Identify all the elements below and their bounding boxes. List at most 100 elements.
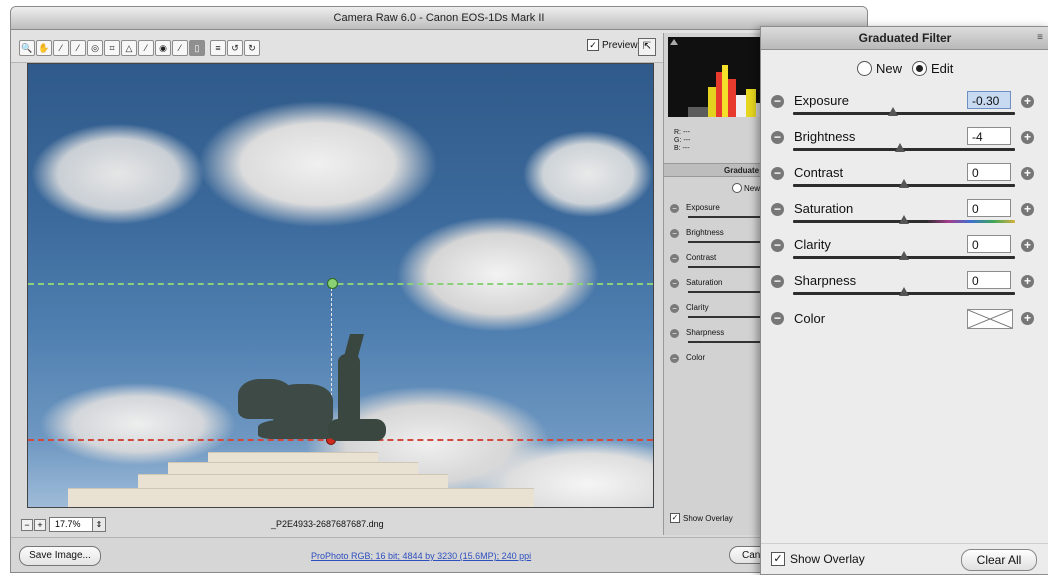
sharpness-slider-thumb[interactable] bbox=[899, 287, 909, 296]
small-minus-icon[interactable]: − bbox=[670, 329, 679, 338]
graduated-filter-tool-icon[interactable]: ▯ bbox=[189, 40, 205, 56]
crop-tool-icon[interactable]: ⌗ bbox=[104, 40, 120, 56]
saturation-minus-icon[interactable]: − bbox=[771, 203, 784, 216]
graduated-filter-panel: Graduated Filter ≡ New Edit − Exposure -0.… bbox=[760, 26, 1048, 575]
clear-all-button[interactable]: Clear All bbox=[961, 549, 1037, 571]
contrast-value-field[interactable]: 0 bbox=[967, 163, 1011, 181]
small-param-label: Exposure bbox=[686, 203, 720, 212]
brightness-plus-icon[interactable]: + bbox=[1021, 131, 1034, 144]
panel-footer: ✓ Show Overlay Clear All bbox=[761, 543, 1048, 574]
sharpness-label: Sharpness bbox=[794, 273, 857, 288]
contrast-slider-thumb[interactable] bbox=[899, 179, 909, 188]
zoom-out-button[interactable]: − bbox=[21, 519, 33, 531]
window-title: Camera Raw 6.0 - Canon EOS-1Ds Mark II bbox=[11, 7, 867, 30]
white-balance-tool-icon[interactable]: ⁄ bbox=[53, 40, 69, 56]
clarity-minus-icon[interactable]: − bbox=[771, 239, 784, 252]
brightness-slider-thumb[interactable] bbox=[894, 143, 905, 152]
preferences-icon[interactable]: ≡ bbox=[210, 40, 226, 56]
contrast-minus-icon[interactable]: − bbox=[771, 167, 784, 180]
zoom-tool-icon[interactable]: 🔍 bbox=[19, 40, 35, 56]
small-new-radio[interactable]: New bbox=[732, 183, 760, 193]
small-param-label: Brightness bbox=[686, 228, 724, 237]
small-minus-icon[interactable]: − bbox=[670, 254, 679, 263]
mode-edit-radio[interactable]: Edit bbox=[912, 61, 953, 76]
small-param-label: Clarity bbox=[686, 303, 709, 312]
targeted-adjustment-tool-icon[interactable]: ◎ bbox=[87, 40, 103, 56]
brightness-row: − Brightness -4 + bbox=[769, 127, 1039, 165]
color-minus-icon[interactable]: − bbox=[771, 312, 784, 325]
contrast-row: − Contrast 0 + bbox=[769, 163, 1039, 201]
exposure-row: − Exposure -0.30 + bbox=[769, 91, 1039, 129]
zoom-dropdown-icon[interactable]: ⇕ bbox=[92, 517, 106, 532]
preview-checkbox[interactable]: ✓ bbox=[587, 39, 599, 51]
small-param-label: Color bbox=[686, 353, 706, 362]
color-label: Color bbox=[794, 311, 826, 326]
clarity-plus-icon[interactable]: + bbox=[1021, 239, 1034, 252]
fullscreen-button[interactable]: ⇱ bbox=[638, 38, 656, 56]
sharpness-minus-icon[interactable]: − bbox=[771, 275, 784, 288]
saturation-value-field[interactable]: 0 bbox=[967, 199, 1011, 217]
saturation-row: − Saturation 0 + bbox=[769, 199, 1039, 237]
image-preview-canvas[interactable] bbox=[27, 63, 654, 508]
contrast-plus-icon[interactable]: + bbox=[1021, 167, 1034, 180]
filter-start-guide[interactable] bbox=[28, 283, 653, 285]
brightness-label: Brightness bbox=[794, 129, 856, 144]
show-overlay-toggle[interactable]: ✓ Show Overlay bbox=[771, 552, 865, 566]
panel-title: Graduated Filter bbox=[858, 31, 952, 45]
exposure-minus-icon[interactable]: − bbox=[771, 95, 784, 108]
adjustment-brush-tool-icon[interactable]: ⁄ bbox=[172, 40, 188, 56]
small-minus-icon[interactable]: − bbox=[670, 354, 679, 363]
small-minus-icon[interactable]: − bbox=[670, 304, 679, 313]
rotate-right-icon[interactable]: ↻ bbox=[244, 40, 260, 56]
edit-radio-icon[interactable] bbox=[912, 61, 928, 76]
mode-selector: New Edit bbox=[857, 61, 953, 76]
preview-toggle[interactable]: ✓ Preview bbox=[587, 39, 638, 51]
small-minus-icon[interactable]: − bbox=[670, 204, 679, 213]
new-radio-icon[interactable] bbox=[857, 61, 872, 76]
brightness-minus-icon[interactable]: − bbox=[771, 131, 784, 144]
clarity-slider-thumb[interactable] bbox=[899, 251, 909, 260]
saturation-slider-thumb[interactable] bbox=[899, 215, 909, 224]
brightness-value-field[interactable]: -4 bbox=[967, 127, 1011, 145]
zoom-in-button[interactable]: + bbox=[34, 519, 46, 531]
color-row: − Color + bbox=[769, 309, 1039, 331]
clarity-label: Clarity bbox=[794, 237, 831, 252]
color-swatch[interactable] bbox=[967, 309, 1013, 329]
color-plus-icon[interactable]: + bbox=[1021, 312, 1034, 325]
show-overlay-checkbox[interactable]: ✓ bbox=[771, 552, 785, 566]
exposure-value-field[interactable]: -0.30 bbox=[967, 91, 1011, 109]
mode-new-radio[interactable]: New bbox=[857, 61, 902, 76]
small-minus-icon[interactable]: − bbox=[670, 279, 679, 288]
preview-label: Preview bbox=[602, 39, 638, 51]
exposure-slider-thumb[interactable] bbox=[887, 107, 898, 116]
panel-menu-icon[interactable]: ≡ bbox=[1037, 27, 1043, 49]
exposure-slider[interactable] bbox=[793, 112, 1015, 115]
straighten-tool-icon[interactable]: △ bbox=[121, 40, 137, 56]
rgb-readout: R: --- G: --- B: --- bbox=[674, 129, 691, 152]
zoom-level-field[interactable]: 17.7% bbox=[49, 517, 94, 532]
exposure-label: Exposure bbox=[794, 93, 849, 108]
graduated-filter-header: Graduated Filter ≡ bbox=[761, 27, 1048, 50]
small-minus-icon[interactable]: − bbox=[670, 229, 679, 238]
camera-raw-window: Camera Raw 6.0 - Canon EOS-1Ds Mark II 🔍… bbox=[10, 6, 868, 573]
rotate-left-icon[interactable]: ↺ bbox=[227, 40, 243, 56]
save-image-button[interactable]: Save Image... bbox=[19, 546, 101, 566]
color-sampler-tool-icon[interactable]: ⁄ bbox=[70, 40, 86, 56]
red-eye-removal-tool-icon[interactable]: ◉ bbox=[155, 40, 171, 56]
hand-tool-icon[interactable]: ✋ bbox=[36, 40, 52, 56]
saturation-plus-icon[interactable]: + bbox=[1021, 203, 1034, 216]
clarity-row: − Clarity 0 + bbox=[769, 235, 1039, 273]
filter-start-pin[interactable] bbox=[327, 278, 338, 289]
no-color-icon bbox=[967, 309, 1013, 329]
sharpness-plus-icon[interactable]: + bbox=[1021, 275, 1034, 288]
small-show-overlay[interactable]: ✓ Show Overlay bbox=[670, 513, 733, 523]
shadow-clipping-icon[interactable] bbox=[670, 39, 678, 45]
workflow-options-link[interactable]: ProPhoto RGB; 16 bit; 4844 by 3230 (15.6… bbox=[311, 551, 531, 561]
show-overlay-label: Show Overlay bbox=[790, 552, 865, 566]
exposure-plus-icon[interactable]: + bbox=[1021, 95, 1034, 108]
clarity-value-field[interactable]: 0 bbox=[967, 235, 1011, 253]
spot-removal-tool-icon[interactable]: ⁄ bbox=[138, 40, 154, 56]
small-param-label: Contrast bbox=[686, 253, 717, 262]
saturation-label: Saturation bbox=[794, 201, 854, 216]
sharpness-value-field[interactable]: 0 bbox=[967, 271, 1011, 289]
